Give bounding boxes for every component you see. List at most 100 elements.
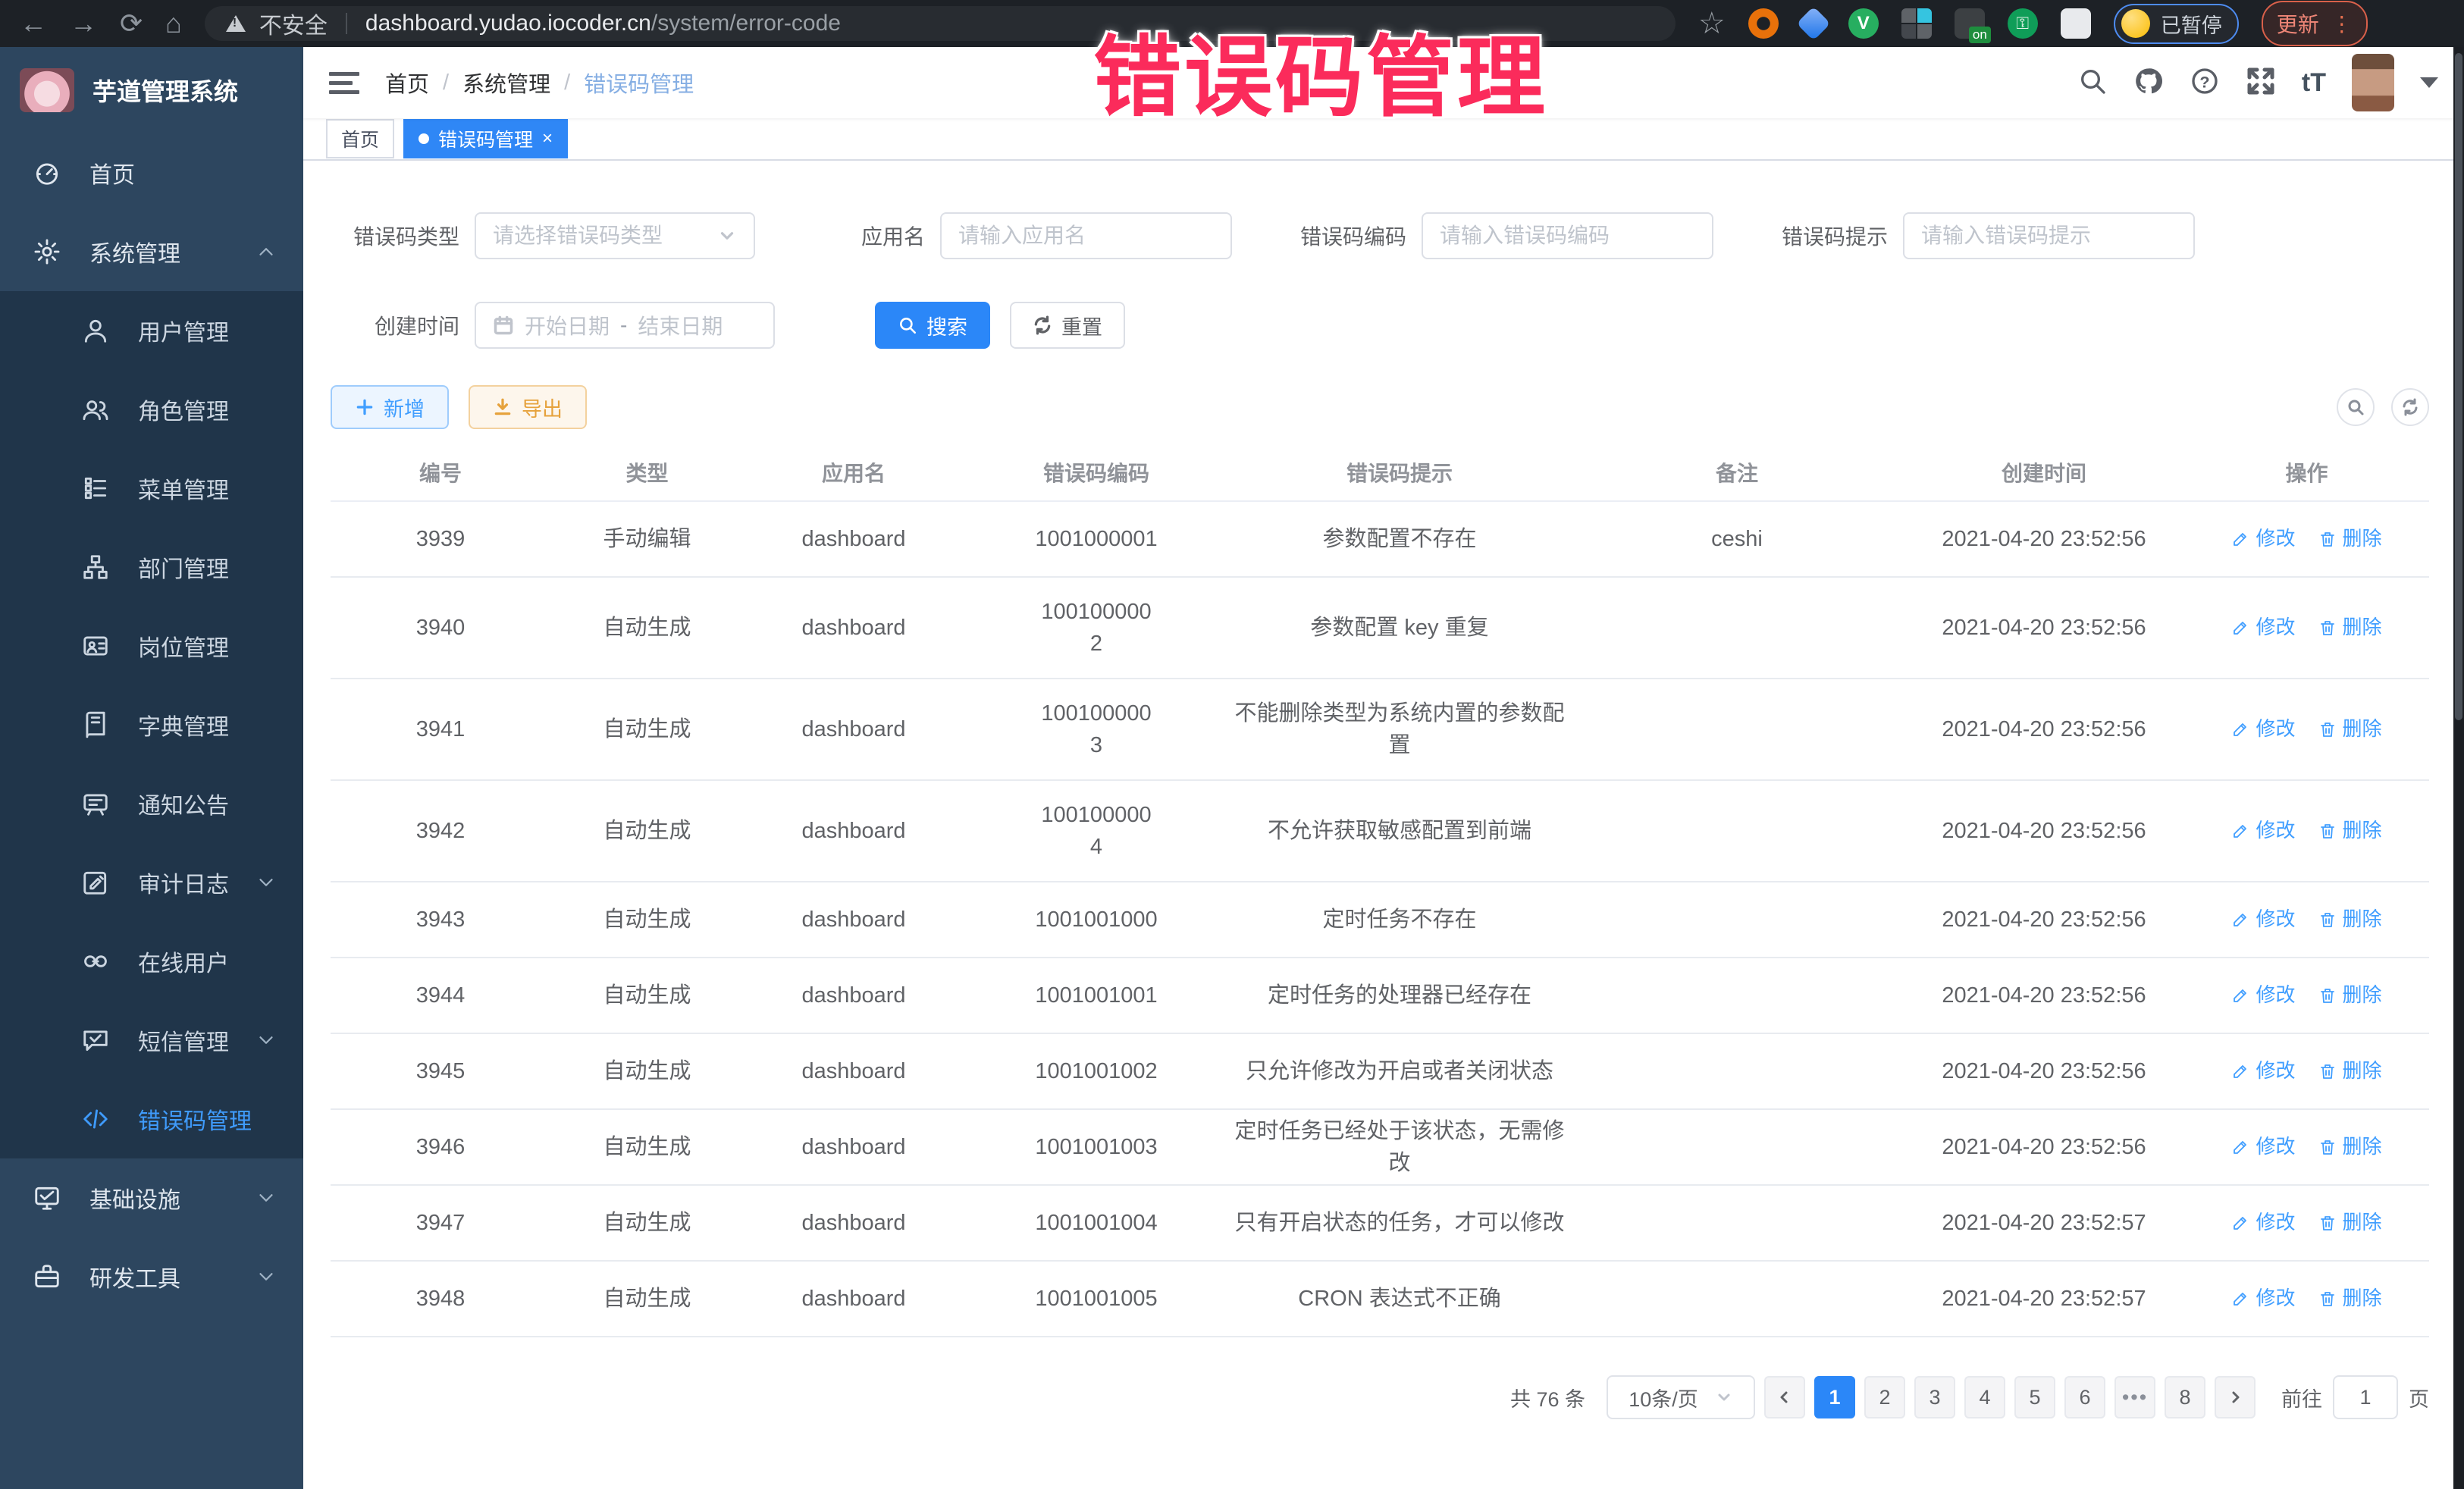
extension-icon[interactable]: V: [1848, 8, 1879, 39]
cell-ops: 修改删除: [2184, 525, 2429, 553]
error-type-select-input[interactable]: [493, 224, 711, 248]
sidebar-item-审计日志[interactable]: 审计日志: [0, 843, 303, 922]
search-button[interactable]: 搜索: [875, 302, 990, 349]
next-page-button[interactable]: [2215, 1376, 2256, 1418]
goto-page-input[interactable]: [2333, 1375, 2398, 1419]
delete-link[interactable]: 删除: [2318, 1208, 2382, 1237]
range-separator: -: [620, 313, 627, 337]
user-avatar[interactable]: [2352, 54, 2394, 111]
breadcrumb-item[interactable]: 系统管理: [462, 67, 550, 99]
reset-button[interactable]: 重置: [1010, 302, 1125, 349]
sidebar-item-岗位管理[interactable]: 岗位管理: [0, 607, 303, 685]
scrollbar-thumb[interactable]: [2455, 53, 2462, 720]
add-button[interactable]: 新增: [331, 385, 449, 429]
sidebar-item-错误码管理[interactable]: 错误码管理: [0, 1080, 303, 1158]
delete-link[interactable]: 删除: [2318, 1133, 2382, 1161]
toggle-search-button[interactable]: [2337, 388, 2375, 426]
extension-on-icon[interactable]: [1955, 8, 1985, 39]
browser-profile-chip[interactable]: 已暂停: [2114, 4, 2239, 44]
cell-msg: 定时任务的处理器已经存在: [1229, 980, 1570, 1011]
edit-link[interactable]: 修改: [2231, 715, 2295, 744]
refresh-table-button[interactable]: [2391, 388, 2429, 426]
edit-link[interactable]: 修改: [2231, 525, 2295, 553]
sidebar-toggle-icon[interactable]: [329, 72, 359, 94]
sidebar-item-基础设施[interactable]: 基础设施: [0, 1158, 303, 1237]
error-code-input[interactable]: [1440, 224, 1695, 248]
error-type-select[interactable]: [475, 212, 755, 259]
github-icon[interactable]: [2133, 66, 2164, 100]
prev-page-button[interactable]: [1764, 1376, 1805, 1418]
font-size-icon[interactable]: tT: [2302, 68, 2326, 98]
sidebar-item-首页[interactable]: 首页: [0, 133, 303, 212]
delete-link[interactable]: 删除: [2318, 1284, 2382, 1313]
sidebar-item-角色管理[interactable]: 角色管理: [0, 370, 303, 449]
sidebar-item-系统管理[interactable]: 系统管理: [0, 212, 303, 291]
edit-link[interactable]: 修改: [2231, 905, 2295, 934]
page-button-6[interactable]: 6: [2064, 1376, 2105, 1418]
sidebar-item-通知公告[interactable]: 通知公告: [0, 764, 303, 843]
extension-icon[interactable]: [1748, 8, 1779, 39]
breadcrumb-item[interactable]: 首页: [385, 67, 429, 99]
app-logo-row[interactable]: 芋道管理系统: [0, 47, 303, 133]
bookmark-star-icon[interactable]: ☆: [1698, 6, 1726, 41]
sidebar-item-字典管理[interactable]: 字典管理: [0, 685, 303, 764]
delete-link[interactable]: 删除: [2318, 613, 2382, 642]
sidebar-item-用户管理[interactable]: 用户管理: [0, 291, 303, 370]
fullscreen-icon[interactable]: [2246, 66, 2276, 100]
cell-app: dashboard: [744, 523, 964, 555]
delete-link[interactable]: 删除: [2318, 817, 2382, 845]
delete-link[interactable]: 删除: [2318, 1057, 2382, 1086]
edit-link[interactable]: 修改: [2231, 1133, 2295, 1161]
sidebar-item-短信管理[interactable]: 短信管理: [0, 1001, 303, 1080]
dashboard-icon: [30, 156, 64, 190]
cell-code: 1001001005: [964, 1283, 1229, 1315]
app-name-input[interactable]: [958, 224, 1214, 248]
edit-link[interactable]: 修改: [2231, 1284, 2295, 1313]
page-scrollbar[interactable]: [2453, 47, 2464, 1489]
more-pages-button[interactable]: •••: [2114, 1376, 2155, 1418]
edit-link[interactable]: 修改: [2231, 1057, 2295, 1086]
delete-link[interactable]: 删除: [2318, 525, 2382, 553]
extension-icon[interactable]: [1796, 6, 1830, 40]
page-button-5[interactable]: 5: [2014, 1376, 2055, 1418]
app-name-field[interactable]: [940, 212, 1232, 259]
page-button-4[interactable]: 4: [1964, 1376, 2005, 1418]
browser-update-button[interactable]: 更新 ⋮: [2262, 1, 2368, 46]
extension-icon[interactable]: ⚿: [2008, 8, 2038, 39]
browser-menu-icon[interactable]: ⋮: [2331, 11, 2353, 36]
page-size-select[interactable]: 10条/页: [1607, 1375, 1755, 1419]
page-button-3[interactable]: 3: [1914, 1376, 1955, 1418]
help-icon[interactable]: ?: [2190, 66, 2220, 100]
export-button[interactable]: 导出: [469, 385, 587, 429]
edit-link[interactable]: 修改: [2231, 817, 2295, 845]
edit-link[interactable]: 修改: [2231, 981, 2295, 1010]
delete-link[interactable]: 删除: [2318, 981, 2382, 1010]
error-hint-field[interactable]: [1903, 212, 2195, 259]
close-icon[interactable]: ×: [542, 128, 553, 149]
sidebar-item-在线用户[interactable]: 在线用户: [0, 922, 303, 1001]
page-button-8[interactable]: 8: [2165, 1376, 2205, 1418]
create-time-range-picker[interactable]: 开始日期 - 结束日期: [475, 302, 775, 349]
tab-错误码管理[interactable]: 错误码管理×: [403, 119, 568, 158]
delete-link[interactable]: 删除: [2318, 905, 2382, 934]
tab-首页[interactable]: 首页: [326, 119, 394, 158]
sidebar-item-部门管理[interactable]: 部门管理: [0, 528, 303, 607]
breadcrumb: 首页/系统管理/错误码管理: [385, 67, 694, 99]
browser-reload-icon[interactable]: ⟳: [120, 10, 143, 37]
browser-back-icon[interactable]: ←: [20, 10, 47, 37]
delete-link[interactable]: 删除: [2318, 715, 2382, 744]
extension-icon[interactable]: [1901, 8, 1932, 39]
sidebar-item-研发工具[interactable]: 研发工具: [0, 1237, 303, 1316]
search-icon[interactable]: [2077, 66, 2108, 100]
extensions-puzzle-icon[interactable]: [2061, 8, 2091, 39]
sidebar-item-菜单管理[interactable]: 菜单管理: [0, 449, 303, 528]
chevron-down-icon[interactable]: [2420, 77, 2438, 88]
page-button-1[interactable]: 1: [1814, 1376, 1855, 1418]
browser-forward-icon[interactable]: →: [70, 10, 97, 37]
browser-home-icon[interactable]: ⌂: [165, 10, 182, 37]
error-hint-input[interactable]: [1921, 224, 2177, 248]
page-button-2[interactable]: 2: [1864, 1376, 1905, 1418]
error-code-field[interactable]: [1422, 212, 1713, 259]
edit-link[interactable]: 修改: [2231, 613, 2295, 642]
edit-link[interactable]: 修改: [2231, 1208, 2295, 1237]
